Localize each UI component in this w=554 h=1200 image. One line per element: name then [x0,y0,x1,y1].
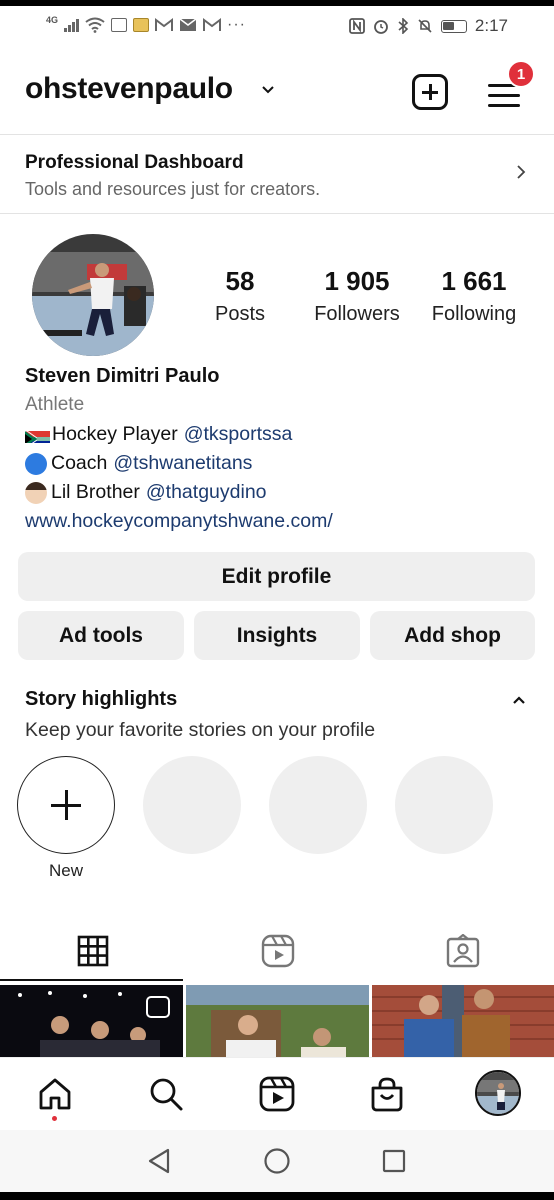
person-emoji-icon [25,481,47,504]
chevron-down-icon[interactable] [258,80,278,100]
tagged-icon [446,934,479,968]
tab-grid[interactable] [0,920,185,982]
gmail-icon [155,18,174,31]
nav-search[interactable] [144,1072,188,1116]
username[interactable]: ohstevenpaulo [25,72,233,106]
display-name: Steven Dimitri Paulo [25,365,220,387]
post-thumbnail[interactable] [186,985,369,1057]
following-count: 1 661 [441,266,507,296]
highlight-placeholder [269,756,367,854]
highlights-title: Story highlights [25,688,178,710]
system-nav-bar [0,1130,554,1192]
mail-icon [179,18,197,31]
profile-avatar[interactable] [32,234,154,356]
bio: Steven Dimitri Paulo Athlete Hockey Play… [25,362,535,536]
insights-button[interactable]: Insights [194,611,360,660]
search-icon [150,1078,183,1111]
bottom-nav [0,1057,554,1129]
profile-header: ohstevenpaulo [0,56,554,128]
add-shop-button[interactable]: Add shop [370,611,535,660]
category-label: Athlete [25,394,85,415]
stack-icon [133,18,150,32]
following-label: Following [431,303,517,325]
home-circle-icon[interactable] [263,1147,291,1175]
shop-icon [371,1077,403,1112]
notes-icon [111,18,128,32]
website-link[interactable]: www.hockeycompanytshwane.com/ [25,507,535,536]
top-edge [0,0,554,6]
nfc-icon [349,18,365,34]
status-bar: 4G ··· 2:17 [0,10,554,42]
highlight-placeholder [395,756,493,854]
mention-link[interactable]: @tksportssa [184,420,293,449]
followers-count: 1 905 [324,266,390,296]
followers-label: Followers [314,303,400,325]
mention-link[interactable]: @thatguydino [146,478,267,507]
mention-link[interactable]: @tshwanetitans [113,449,252,478]
mute-icon [418,19,432,33]
edit-profile-button[interactable]: Edit profile [18,552,535,601]
blue-circle-icon [25,452,47,475]
ad-tools-button[interactable]: Ad tools [18,611,184,660]
bio-text: Hockey Player [52,423,178,445]
alarm-icon [374,20,388,34]
posts-count: 58 [225,266,255,296]
gmail-icon-2 [203,18,222,31]
clock: 2:17 [474,16,508,35]
nav-shop[interactable] [365,1072,409,1116]
network-label: 4G [46,15,59,25]
chevron-right-icon [517,165,526,179]
new-highlight-label: New [48,861,83,880]
chevron-up-icon[interactable] [511,692,527,708]
post-thumbnail[interactable] [372,985,554,1057]
bio-text: Lil Brother [51,481,140,503]
dashboard-subtitle: Tools and resources just for creators. [25,179,321,199]
nav-home[interactable] [33,1072,77,1116]
back-icon[interactable] [146,1147,172,1175]
tab-reels[interactable] [185,920,370,982]
home-notification-dot [52,1116,57,1121]
followers-stat[interactable]: 1 905 Followers [304,266,410,326]
dashboard-title: Professional Dashboard [25,152,244,173]
notification-badge: 1 [507,60,535,88]
active-tab-indicator [0,979,183,981]
reels-icon [261,934,294,968]
bio-line: Lil Brother @thatguydino [25,478,535,507]
signal-icon [64,18,80,32]
new-post-button[interactable] [412,74,448,110]
new-highlight-button[interactable] [17,756,115,854]
bluetooth-icon [398,18,409,34]
highlights-subtitle: Keep your favorite stories on your profi… [25,719,376,741]
bio-line: Hockey Player @tksportssa [25,420,535,449]
nav-profile-avatar[interactable] [475,1070,521,1116]
status-right: 2:17 [349,16,508,36]
more-notifications-icon: ··· [227,16,246,33]
south-africa-flag-icon [25,427,50,443]
home-icon [39,1078,71,1110]
reels-icon [259,1076,295,1112]
status-left: 4G ··· [46,15,246,34]
post-thumbnail[interactable] [0,985,183,1057]
recents-icon[interactable] [381,1148,407,1174]
following-stat[interactable]: 1 661 Following [422,266,526,326]
wifi-icon [85,17,105,33]
highlight-placeholder [143,756,241,854]
nav-reels[interactable] [255,1072,299,1116]
battery-icon [440,19,467,33]
bio-line: Coach @tshwanetitans [25,449,535,478]
tab-tagged[interactable] [370,920,554,982]
grid-icon [77,935,108,967]
bio-text: Coach [51,452,108,474]
posts-stat[interactable]: 58 Posts [200,266,280,326]
bottom-edge [0,1192,554,1200]
posts-label: Posts [214,303,266,325]
professional-dashboard[interactable]: Professional Dashboard Tools and resourc… [0,134,554,214]
